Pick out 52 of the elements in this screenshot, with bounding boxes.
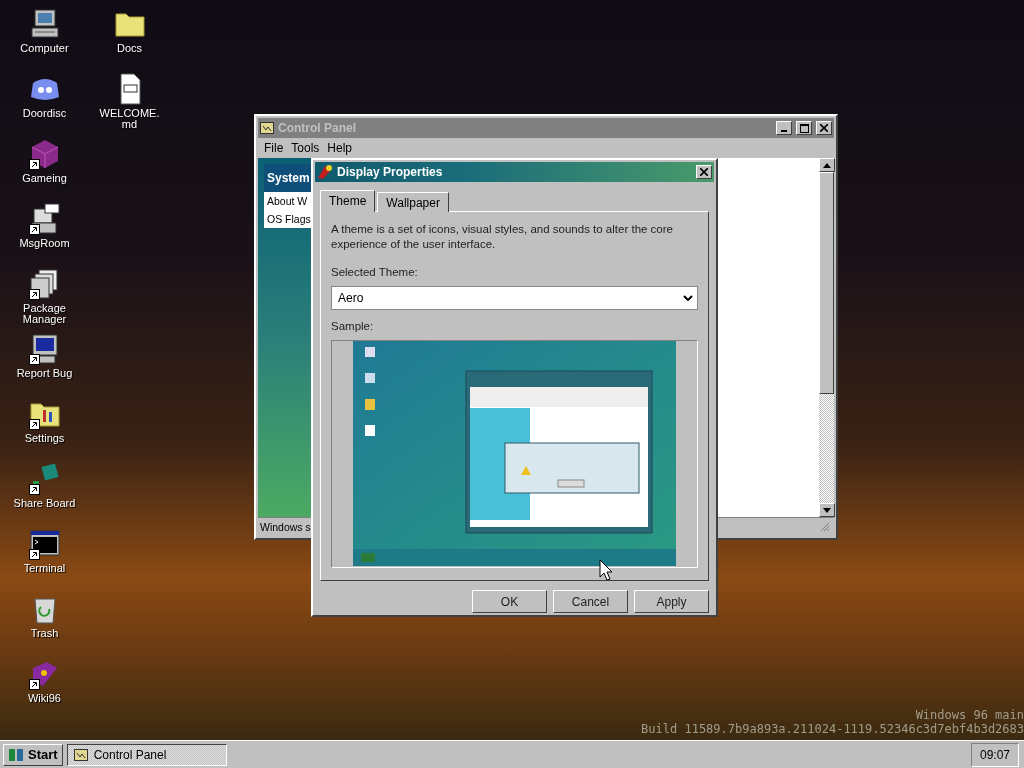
scrollbar[interactable] [819, 158, 834, 517]
scroll-down-button[interactable] [819, 503, 835, 517]
taskbar-button[interactable]: Control Panel [66, 743, 227, 766]
close-button[interactable] [696, 165, 712, 179]
maximize-button[interactable] [796, 121, 812, 135]
dialog-button[interactable]: OK [472, 590, 547, 613]
window-title: Control Panel [278, 121, 357, 135]
window-title: Display Properties [337, 165, 444, 179]
chevron-down-icon [683, 295, 693, 301]
triangle-up-icon [823, 162, 831, 168]
minimize-button[interactable] [776, 121, 792, 135]
icon-label[interactable]: Report Bug [12, 368, 77, 379]
start-logo-icon [8, 746, 24, 763]
icon-label[interactable]: WELCOME.md [97, 108, 162, 130]
close-button[interactable] [816, 121, 832, 135]
control-panel-icon [73, 748, 88, 761]
icon-label[interactable]: Package Manager [12, 303, 77, 325]
menu-item[interactable]: File [260, 141, 288, 155]
maximize-icon [799, 123, 809, 133]
dialog-button[interactable]: Apply [634, 590, 709, 613]
field-label: Sample: [331, 320, 375, 332]
control-panel-icon [260, 122, 274, 134]
tab[interactable]: Wallpaper [377, 192, 449, 212]
menu-item[interactable]: Tools [287, 141, 324, 155]
start-button[interactable]: Start [3, 743, 63, 766]
status-text: Windows s [260, 521, 311, 533]
menu-item[interactable]: Help [323, 141, 357, 155]
icon-label[interactable]: Computer [12, 43, 77, 54]
resize-grip-icon[interactable] [820, 522, 830, 532]
field-label: Selected Theme: [331, 266, 419, 278]
description-text: A theme is a set of icons, visual styles, and sounds to alter the core experience of the user interface. [331, 222, 674, 252]
icon-label[interactable]: Trash [12, 628, 77, 639]
tab[interactable]: Theme [320, 190, 376, 212]
computer-icon [28, 8, 61, 40]
dialog-button[interactable]: Cancel [553, 590, 628, 613]
icon-label[interactable]: Doordisc [12, 108, 77, 119]
icon-label[interactable]: Wiki96 [12, 693, 77, 704]
icon-label[interactable]: MsgRoom [12, 238, 77, 249]
theme-select[interactable]: Aero [331, 286, 698, 310]
build-info-text: Windows 96 main [915, 708, 1024, 722]
icon-label[interactable]: Docs [97, 43, 162, 54]
icon-label[interactable]: Gameing [12, 173, 77, 184]
scroll-up-button[interactable] [819, 158, 835, 172]
icon-label[interactable]: Share Board [12, 498, 77, 509]
display-icon [317, 164, 333, 180]
triangle-down-icon [823, 507, 831, 513]
icon-label[interactable]: Settings [12, 433, 77, 444]
build-info-text: Build 11589.7b9a893a.211024-1119.52346c3d7ebf4b3d2683 [641, 722, 1024, 736]
close-icon [820, 124, 828, 132]
icon-label[interactable]: Terminal [12, 563, 77, 574]
close-icon [700, 168, 708, 176]
clock: 09:07 [970, 742, 1019, 767]
